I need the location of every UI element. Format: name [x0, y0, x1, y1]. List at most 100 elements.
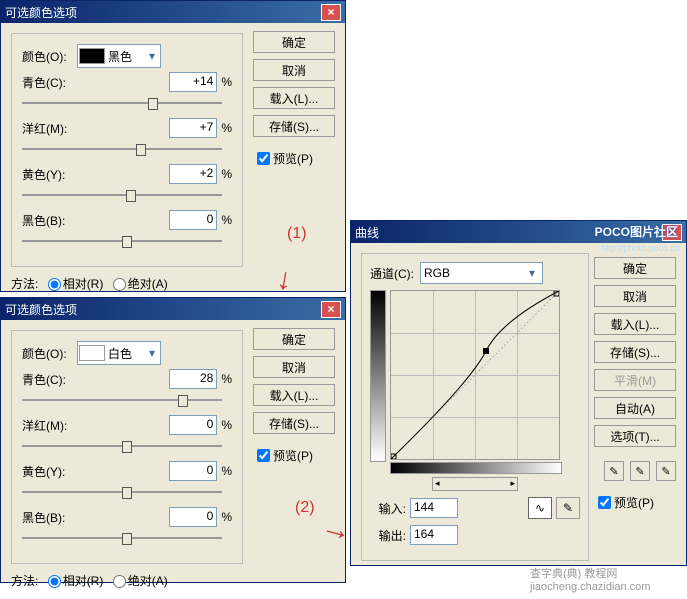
dialog-title: 曲线 [355, 224, 379, 241]
slider-value[interactable]: 0 [169, 461, 217, 481]
slider-thumb[interactable] [178, 395, 188, 407]
color-name: 黑色 [108, 48, 132, 65]
percent-label: % [221, 121, 232, 135]
channel-dropdown[interactable]: RGB ▾ [420, 262, 543, 284]
titlebar: 曲线 POCO图片社区 × [351, 221, 686, 243]
percent-label: % [221, 167, 232, 181]
channel-label: 通道(C): [370, 265, 420, 282]
load-button[interactable]: 载入(L)... [253, 87, 335, 109]
percent-label: % [221, 213, 232, 227]
slider-value[interactable]: +2 [169, 164, 217, 184]
preview-checkbox[interactable]: 预览(P) [253, 446, 335, 465]
absolute-radio[interactable] [113, 278, 126, 291]
cancel-button[interactable]: 取消 [594, 285, 676, 307]
percent-label: % [221, 372, 232, 386]
selective-color-dialog-2: 可选颜色选项 × 颜色(O): 白色 ▾ 青色(C): 28% 洋红(M): 0% 黄色… [0, 297, 346, 583]
color-name: 白色 [108, 345, 132, 362]
slider-value[interactable]: +14 [169, 72, 217, 92]
preview-checkbox[interactable]: 预览(P) [253, 149, 335, 168]
slider-label: 洋红(M): [22, 417, 77, 434]
chevron-down-icon: ▾ [525, 266, 539, 280]
gradient-toggle[interactable]: ◂▸ [432, 477, 518, 491]
color-label: 颜色(O): [22, 48, 77, 65]
selective-color-dialog-1: 可选颜色选项 × 颜色(O): 黑色 ▾ 青色(C): +14% 洋红(M): +7%… [0, 0, 346, 292]
dialog-title: 可选颜色选项 [5, 301, 77, 318]
slider-track[interactable] [22, 485, 222, 499]
method-row: 方法: 相对(R) 绝对(A) [11, 572, 335, 589]
ok-button[interactable]: 确定 [594, 257, 676, 279]
curve-tool-icon[interactable]: ∿ [528, 497, 552, 519]
slider-value[interactable]: 0 [169, 210, 217, 230]
cancel-button[interactable]: 取消 [253, 59, 335, 81]
dialog-title: 可选颜色选项 [5, 4, 77, 21]
eyedropper-black-icon[interactable]: ✎ [604, 461, 624, 481]
load-button[interactable]: 载入(L)... [594, 313, 676, 335]
options-button[interactable]: 选项(T)... [594, 425, 676, 447]
slider-track[interactable] [22, 96, 222, 110]
save-button[interactable]: 存储(S)... [253, 412, 335, 434]
slider-value[interactable]: 0 [169, 507, 217, 527]
slider-label: 黑色(B): [22, 509, 77, 526]
ok-button[interactable]: 确定 [253, 328, 335, 350]
curves-dialog: 曲线 POCO图片社区 × http://photo.poco.cn 通道(C)… [350, 220, 687, 566]
slider-label: 黑色(B): [22, 212, 77, 229]
slider-track[interactable] [22, 439, 222, 453]
save-button[interactable]: 存储(S)... [594, 341, 676, 363]
slider-track[interactable] [22, 234, 222, 248]
watermark: POCO图片社区 [595, 223, 678, 240]
slider-thumb[interactable] [126, 190, 136, 202]
slider-value[interactable]: 28 [169, 369, 217, 389]
color-swatch [79, 345, 105, 361]
auto-button[interactable]: 自动(A) [594, 397, 676, 419]
slider-thumb[interactable] [122, 487, 132, 499]
cancel-button[interactable]: 取消 [253, 356, 335, 378]
slider-label: 黄色(Y): [22, 166, 77, 183]
color-dropdown[interactable]: 白色 ▾ [77, 341, 161, 365]
relative-radio[interactable] [48, 278, 61, 291]
titlebar: 可选颜色选项 × [1, 298, 345, 320]
slider-label: 洋红(M): [22, 120, 77, 137]
ok-button[interactable]: 确定 [253, 31, 335, 53]
input-value[interactable]: 144 [410, 498, 458, 518]
titlebar: 可选颜色选项 × [1, 1, 345, 23]
slider-label: 青色(C): [22, 74, 77, 91]
close-icon[interactable]: × [321, 4, 341, 21]
slider-track[interactable] [22, 393, 222, 407]
color-swatch [79, 48, 105, 64]
slider-thumb[interactable] [148, 98, 158, 110]
load-button[interactable]: 载入(L)... [253, 384, 335, 406]
percent-label: % [221, 75, 232, 89]
output-value[interactable]: 164 [410, 525, 458, 545]
save-button[interactable]: 存储(S)... [253, 115, 335, 137]
annotation-1: (1) [287, 225, 307, 243]
slider-value[interactable]: 0 [169, 415, 217, 435]
percent-label: % [221, 510, 232, 524]
curve-grid[interactable] [390, 290, 560, 460]
watermark-url: http://photo.poco.cn [601, 243, 680, 253]
slider-track[interactable] [22, 531, 222, 545]
color-label: 颜色(O): [22, 345, 77, 362]
slider-thumb[interactable] [122, 441, 132, 453]
pencil-tool-icon[interactable]: ✎ [556, 497, 580, 519]
input-label: 输入: [370, 500, 406, 517]
slider-thumb[interactable] [136, 144, 146, 156]
preview-checkbox[interactable]: 预览(P) [594, 493, 676, 512]
chevron-down-icon: ▾ [145, 346, 159, 360]
smooth-button: 平滑(M) [594, 369, 676, 391]
curve-path [391, 291, 559, 459]
slider-track[interactable] [22, 188, 222, 202]
output-label: 输出: [370, 527, 406, 544]
close-icon[interactable]: × [321, 301, 341, 318]
color-dropdown[interactable]: 黑色 ▾ [77, 44, 161, 68]
slider-value[interactable]: +7 [169, 118, 217, 138]
horizontal-gradient [390, 462, 562, 474]
slider-thumb[interactable] [122, 533, 132, 545]
vertical-gradient [370, 290, 386, 462]
eyedropper-white-icon[interactable]: ✎ [656, 461, 676, 481]
slider-label: 黄色(Y): [22, 463, 77, 480]
eyedropper-gray-icon[interactable]: ✎ [630, 461, 650, 481]
slider-label: 青色(C): [22, 371, 77, 388]
slider-track[interactable] [22, 142, 222, 156]
slider-thumb[interactable] [122, 236, 132, 248]
percent-label: % [221, 464, 232, 478]
